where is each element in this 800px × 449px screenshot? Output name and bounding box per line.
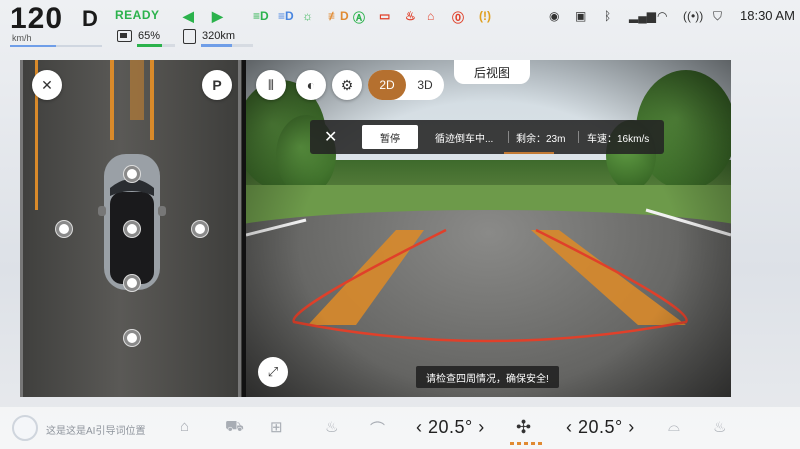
temp-left-value: 20.5° bbox=[428, 417, 473, 437]
ai-assistant-icon[interactable] bbox=[12, 415, 38, 441]
view-mode-toggle[interactable]: 2D 3D bbox=[368, 70, 444, 100]
fullscreen-button[interactable]: ⤢ bbox=[258, 357, 288, 387]
low-beam-icon: ≡D bbox=[278, 9, 294, 23]
birds-eye-view[interactable]: ✕ P bbox=[20, 60, 242, 397]
temp-left[interactable]: ‹ 20.5° › bbox=[416, 417, 485, 438]
range-bar bbox=[201, 44, 253, 47]
brake-warning-icon: ⓪ bbox=[452, 11, 465, 25]
parking-icon: P bbox=[212, 77, 222, 93]
turn-right-icon: ▶ bbox=[212, 8, 223, 24]
mode-3d-button[interactable]: 3D bbox=[406, 70, 444, 100]
gear-icon: ⚙ bbox=[340, 76, 354, 93]
user-icon[interactable]: ◉ bbox=[549, 9, 559, 23]
temp-right-up-icon[interactable]: › bbox=[623, 417, 635, 437]
expand-icon: ⤢ bbox=[267, 364, 279, 379]
speed-unit: km/h bbox=[12, 33, 32, 43]
car-icon[interactable]: ⛟ bbox=[225, 418, 244, 437]
battery-icon bbox=[117, 30, 132, 42]
temp-left-up-icon[interactable]: › bbox=[473, 417, 485, 437]
auto-hold-icon: Ⓐ bbox=[353, 11, 366, 25]
close-button[interactable]: ✕ bbox=[32, 70, 62, 100]
range-value: 320km bbox=[202, 30, 236, 42]
turn-left-icon: ◀ bbox=[183, 8, 194, 24]
parking-button[interactable]: P bbox=[202, 70, 232, 100]
guideline-icon: ⫴ bbox=[268, 76, 274, 93]
camera-point-far-rear[interactable] bbox=[124, 330, 140, 346]
ready-indicator: READY bbox=[115, 8, 160, 22]
seat-heat-right-icon[interactable]: ♨ bbox=[713, 418, 726, 436]
bottom-dock: 这是这是AI引导词位置 ⌂ ⛟ ⊞ ♨ ⌒ ‹ 20.5° › ✣ ‹ 20.5… bbox=[0, 407, 800, 449]
temp-left-down-icon[interactable]: ‹ bbox=[416, 417, 428, 437]
gear-indicator: D bbox=[82, 6, 98, 31]
remaining-distance: 剩余：23m bbox=[516, 134, 566, 145]
reverse-status: 循迹倒车中... bbox=[435, 134, 494, 145]
fan-level bbox=[510, 442, 544, 445]
guideline-button[interactable]: ⫴ bbox=[256, 70, 286, 100]
tire-pressure-icon: (!) bbox=[479, 9, 491, 23]
ai-hint[interactable]: 这是这是AI引导词位置 bbox=[46, 422, 145, 437]
headlight-icon: ≡D bbox=[253, 9, 269, 23]
reverse-trace-bar: ✕ 暂停 循迹倒车中... 剩余：23m 车速：16km/s bbox=[310, 120, 664, 154]
camera-point-left[interactable] bbox=[56, 221, 72, 237]
position-lamp-icon: ☼ bbox=[302, 9, 313, 23]
rear-camera-view[interactable]: ⤢ bbox=[246, 60, 731, 397]
parking-guidelines bbox=[246, 208, 731, 343]
battery-value: 65% bbox=[138, 30, 161, 42]
coolant-temp-icon: ♨ bbox=[405, 9, 416, 23]
defrost-icon[interactable]: ⌒ bbox=[370, 418, 385, 439]
temp-right[interactable]: ‹ 20.5° › bbox=[566, 417, 635, 438]
mirror-icon: ◐ bbox=[306, 77, 316, 93]
seat-heat-left-icon[interactable]: ♨ bbox=[325, 418, 338, 436]
mirror-button[interactable]: ◐ bbox=[296, 70, 326, 100]
temp-right-value: 20.5° bbox=[578, 417, 623, 437]
wifi-icon[interactable]: ◠ bbox=[657, 9, 667, 23]
battery-warning-icon: ▭ bbox=[379, 9, 391, 23]
pause-button[interactable]: 暂停 bbox=[362, 125, 418, 149]
mode-2d-button[interactable]: 2D bbox=[368, 70, 406, 100]
camera-point-right[interactable] bbox=[192, 221, 208, 237]
shield-icon[interactable]: ⛉ bbox=[713, 9, 722, 24]
speed-indicator bbox=[10, 45, 102, 47]
reverse-speed: 车速：16km/s bbox=[587, 134, 650, 145]
engine-fault-icon: ⌂ bbox=[427, 9, 435, 23]
fog-lamp-icon: ≢D bbox=[328, 9, 349, 23]
status-bar: 120 km/h D READY ◀ ▶ ≡D ≡D ☼ ≢D Ⓐ ▭ ♨ ⌂ … bbox=[0, 0, 800, 50]
reverse-progress bbox=[504, 152, 554, 154]
camera-icon[interactable]: ▣ bbox=[575, 9, 586, 23]
camera-point-center[interactable] bbox=[124, 221, 140, 237]
fan-icon[interactable]: ✣ bbox=[516, 417, 531, 438]
battery-bar bbox=[137, 44, 175, 47]
bluetooth-icon[interactable]: ᛒ bbox=[604, 9, 611, 23]
home-icon[interactable]: ⌂ bbox=[180, 418, 189, 435]
fuel-station-icon bbox=[183, 29, 196, 44]
camera-point-rear[interactable] bbox=[124, 275, 140, 291]
parking-camera-panel: ✕ P ⤢ ⫴ ◐ ⚙ 2D 3D 后视图 ✕ 暂停 循迹倒车中... 剩余：2… bbox=[20, 60, 731, 397]
signal-icon: ▂▄▆ bbox=[629, 9, 656, 23]
rear-view-tab[interactable]: 后视图 bbox=[454, 60, 530, 84]
settings-button[interactable]: ⚙ bbox=[332, 70, 362, 100]
temp-right-down-icon[interactable]: ‹ bbox=[566, 417, 578, 437]
speed-value: 120 bbox=[10, 2, 64, 35]
close-icon: ✕ bbox=[41, 76, 53, 93]
rear-defrost-icon[interactable]: ⌓ bbox=[668, 418, 680, 435]
safety-warning: 请检查四周情况，确保安全! bbox=[416, 366, 559, 388]
clock: 18:30 AM bbox=[740, 8, 795, 23]
camera-point-front[interactable] bbox=[124, 166, 140, 182]
hotspot-icon[interactable]: ((•)) bbox=[683, 9, 703, 23]
apps-icon[interactable]: ⊞ bbox=[270, 418, 283, 436]
close-icon[interactable]: ✕ bbox=[324, 127, 337, 147]
